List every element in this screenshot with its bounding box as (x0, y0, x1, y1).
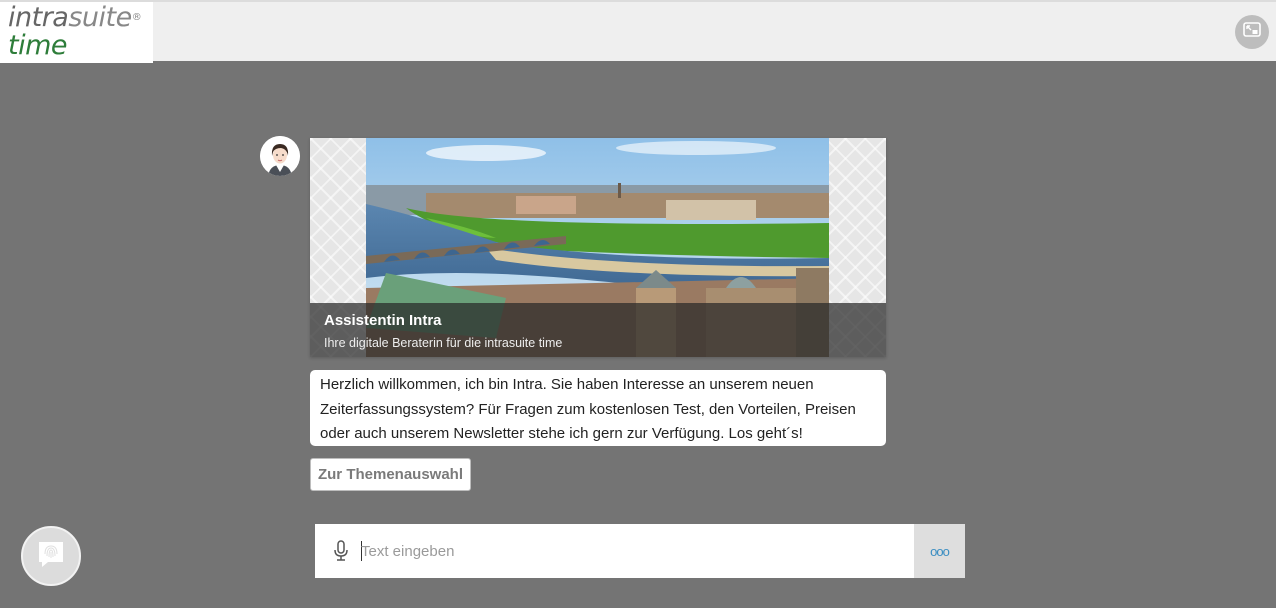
chat-launcher-button[interactable] (21, 526, 81, 586)
card-caption: Assistentin Intra Ihre digitale Berateri… (310, 303, 886, 357)
assistant-message-bubble: Herzlich willkommen, ich bin Intra. Sie … (310, 370, 886, 446)
topic-selection-button[interactable]: Zur Themenauswahl (310, 458, 471, 491)
message-text-input[interactable] (361, 524, 911, 578)
top-bar: intrasuite® time (0, 0, 1276, 63)
logo-wordmark: intrasuite® (8, 4, 153, 32)
picture-in-picture-button[interactable] (1235, 15, 1269, 49)
message-input-bar: ooo (315, 524, 965, 578)
logo-registered-mark: ® (131, 12, 142, 23)
card-title: Assistentin Intra (324, 312, 442, 329)
microphone-icon[interactable] (331, 539, 351, 563)
intrasuite-time-logo[interactable]: intrasuite® time (0, 2, 153, 63)
fingerprint-chat-icon (36, 539, 66, 574)
more-options-button[interactable]: ooo (914, 524, 965, 578)
logo-intra: intra (8, 2, 69, 33)
more-options-icon: ooo (930, 543, 950, 559)
logo-time: time (8, 30, 68, 61)
picture-in-picture-icon (1243, 22, 1261, 42)
assistant-avatar (260, 136, 300, 176)
assistant-intro-card: Assistentin Intra Ihre digitale Berateri… (310, 138, 886, 357)
logo-suite: suite (68, 2, 132, 33)
card-subtitle: Ihre digitale Beraterin für die intrasui… (324, 336, 563, 350)
